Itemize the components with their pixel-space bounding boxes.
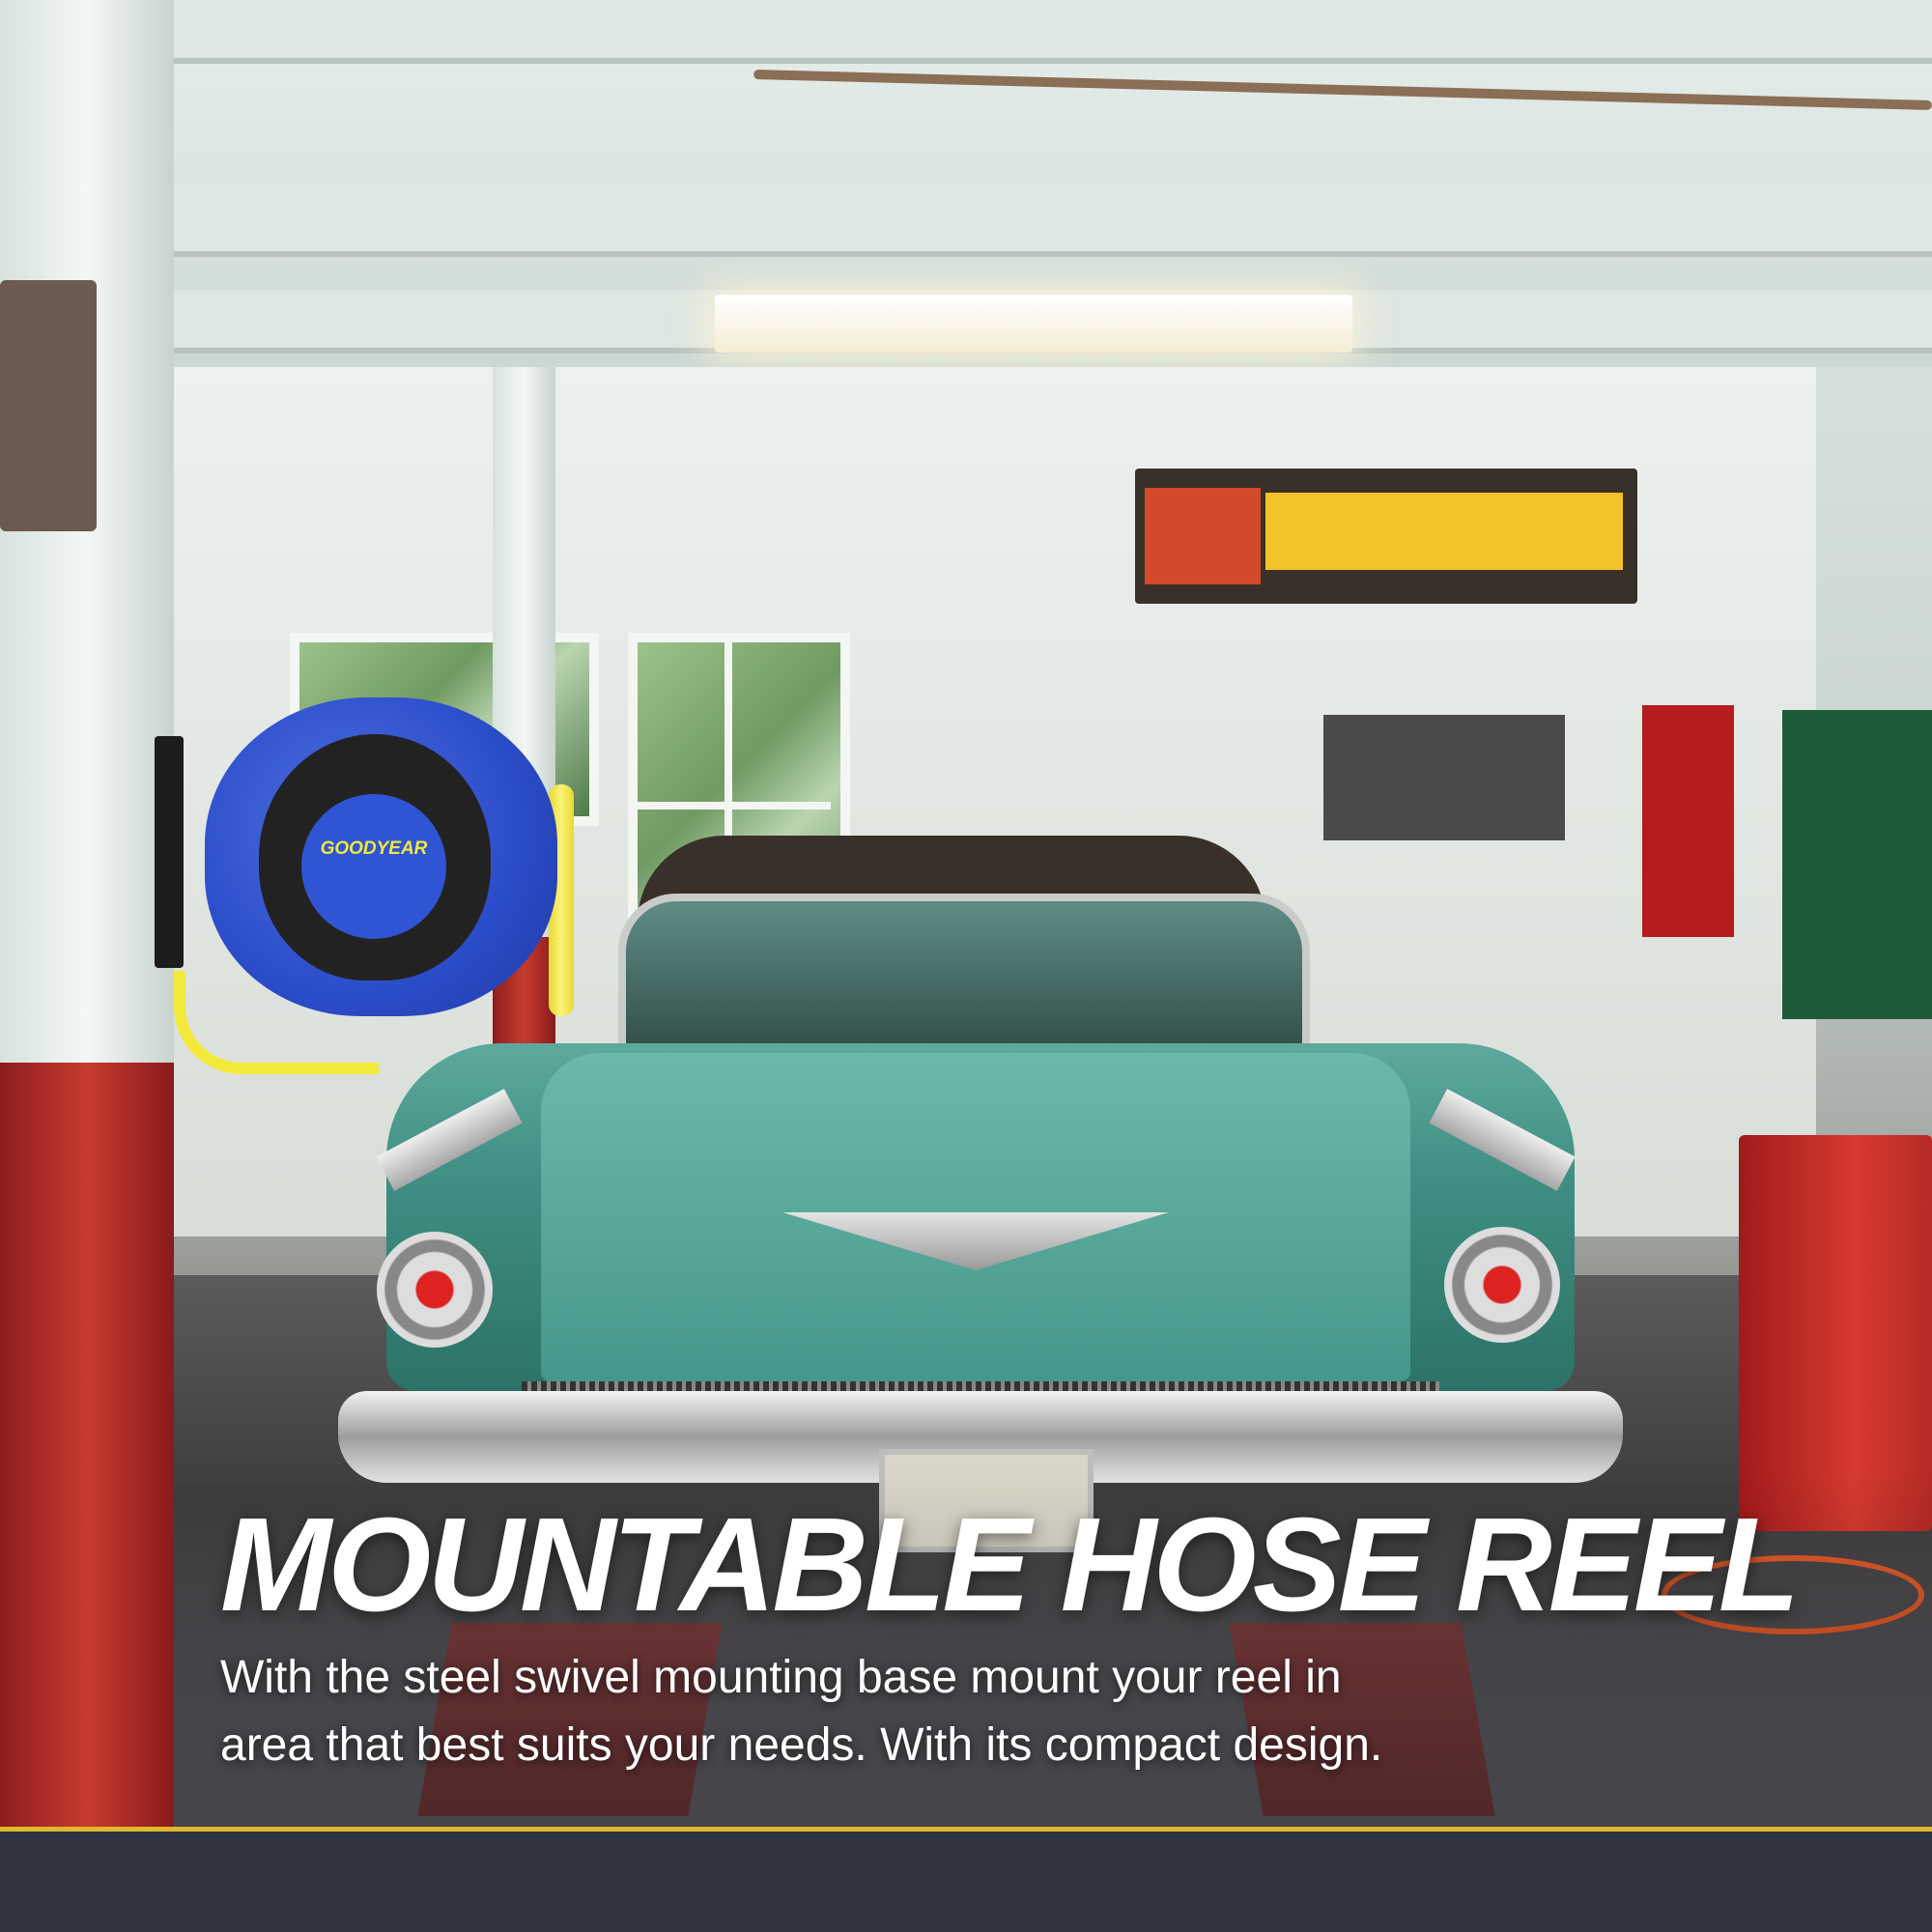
foreground-pillar [0, 0, 174, 1082]
ceiling-beam [174, 184, 1932, 257]
foreground-pillar-base [0, 1063, 174, 1831]
shop-sign-yellow-panel [1265, 493, 1623, 570]
ceiling-light [715, 295, 1352, 353]
description-line-1: With the steel swivel mounting base moun… [220, 1652, 1342, 1703]
description: With the steel swivel mounting base moun… [220, 1644, 1669, 1779]
wall-poster-red [1642, 705, 1734, 937]
goodyear-logo: GOODYEAR [320, 838, 428, 859]
car-taillight [377, 1232, 493, 1348]
shop-sign-red-panel [1145, 488, 1261, 584]
tool-shelf [1323, 715, 1565, 840]
description-line-2: area that best suits your needs. With it… [220, 1719, 1383, 1771]
window-mullion [628, 802, 831, 810]
car-taillight [1444, 1227, 1560, 1343]
wall-chart-green [1782, 710, 1932, 1019]
hose-reel-label [301, 794, 446, 939]
headline: MOUNTABLE HOSE REEL [220, 1491, 1800, 1639]
swivel-mounting-bracket [155, 736, 184, 968]
footer-bar [0, 1832, 1932, 1932]
ceiling-beam [174, 0, 1932, 64]
electric-meter-box [0, 280, 97, 531]
